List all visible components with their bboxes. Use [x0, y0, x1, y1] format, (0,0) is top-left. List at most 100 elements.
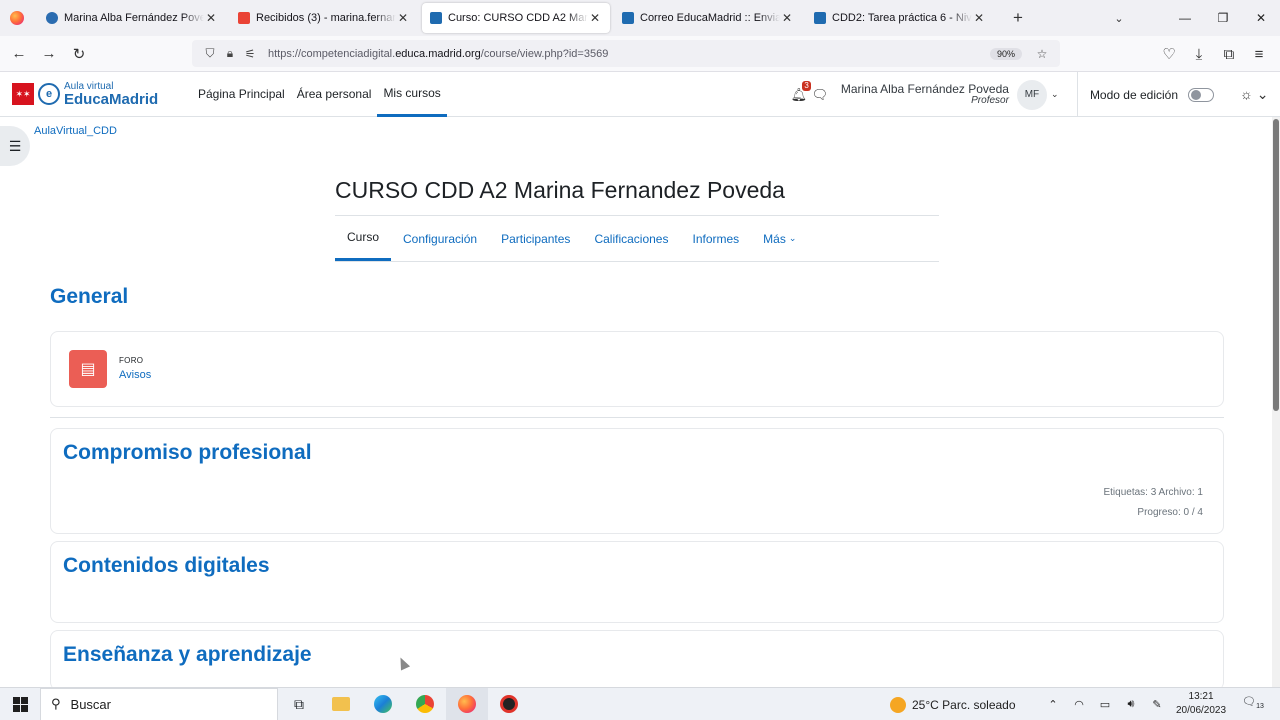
show-hidden-icons-chevron-icon[interactable]: ⌃ [1040, 698, 1066, 711]
browser-tab[interactable]: Marina Alba Fernández Poveda ✕ [38, 3, 226, 33]
weather-text: 25°C Parc. soleado [912, 697, 1016, 712]
close-window-icon[interactable]: ✕ [1242, 11, 1280, 25]
permissions-icon[interactable]: ⚟ [240, 47, 260, 61]
edge-browser-icon[interactable] [362, 688, 404, 720]
notification-count: 13 [1256, 703, 1264, 711]
educamadrid-logo[interactable]: ✶✶ e Aula virtual EducaMadrid [12, 80, 192, 107]
mail-icon [622, 12, 634, 24]
minimize-window-icon[interactable]: — [1166, 11, 1204, 25]
tab-title: CDD2: Tarea práctica 6 - Nivel A [832, 12, 972, 24]
reload-icon[interactable]: ↻ [64, 39, 94, 69]
section-progress: Progreso: 0 / 4 [1137, 507, 1203, 518]
tab-more[interactable]: Más ⌄ [751, 216, 808, 261]
url-text[interactable]: https://competenciadigital.educa.madrid.… [268, 48, 990, 60]
close-tab-icon[interactable]: ✕ [396, 11, 410, 25]
site-header: ✶✶ e Aula virtual EducaMadrid Página Pri… [0, 72, 1280, 117]
course-secondary-nav: Curso Configuración Participantes Califi… [335, 215, 939, 262]
scrollbar-thumb[interactable] [1273, 119, 1279, 411]
browser-tab[interactable]: Correo EducaMadrid :: Enviados ✕ [614, 3, 802, 33]
notifications-bell-icon[interactable]: 🔔︎ 3 [789, 80, 811, 103]
search-placeholder: Buscar [70, 696, 111, 712]
primary-navigation: Página Principal Área personal Mis curso… [192, 72, 447, 117]
madrid-flag-icon: ✶✶ [12, 83, 34, 105]
weather-widget[interactable]: 25°C Parc. soleado [890, 688, 1016, 720]
url-bar[interactable]: ⛉ 🔒︎ ⚟ https://competenciadigital.educa.… [192, 40, 1060, 67]
network-icon[interactable]: ◠ [1066, 698, 1092, 711]
clock-date: 20/06/2023 [1176, 705, 1227, 716]
close-tab-icon[interactable]: ✕ [780, 11, 794, 25]
tab-course[interactable]: Curso [335, 216, 392, 261]
course-section: Compromiso profesional Etiquetas: 3 Arch… [50, 428, 1224, 534]
chevron-down-icon[interactable]: ⌄ [1051, 89, 1063, 100]
nav-my-courses[interactable]: Mis cursos [377, 72, 447, 117]
browser-tab-active[interactable]: Curso: CURSO CDD A2 Marina F ✕ [422, 3, 610, 33]
bookmark-star-icon[interactable]: ☆ [1032, 47, 1052, 61]
chevron-down-icon: ⌄ [788, 233, 797, 243]
section-title[interactable]: Contenidos digitales [63, 554, 270, 578]
page-title: CURSO CDD A2 Marina Fernandez Poveda [335, 177, 785, 203]
edit-mode-label: Modo de edición [1089, 87, 1178, 102]
edit-mode-toggle[interactable] [1188, 87, 1214, 102]
forum-activity: ▤ FORO Avisos [50, 331, 1224, 407]
notification-badge: 3 [802, 80, 811, 91]
browser-tab[interactable]: Recibidos (3) - marina.fernandez ✕ [230, 3, 418, 33]
section-title[interactable]: Enseñanza y aprendizaje [63, 643, 312, 667]
tab-title: Curso: CURSO CDD A2 Marina F [448, 12, 588, 24]
taskbar-search[interactable]: ⚲ Buscar [40, 687, 278, 720]
system-tray: ⌃ ◠ ▭ 🔊︎ ✎ [1040, 688, 1170, 720]
close-tab-icon[interactable]: ✕ [972, 11, 986, 25]
browser-tab[interactable]: CDD2: Tarea práctica 6 - Nivel A ✕ [806, 3, 994, 33]
avatar[interactable]: MF [1016, 79, 1047, 110]
extensions-icon[interactable]: ⧉ [1214, 39, 1244, 69]
logo-small-text: Aula virtual [64, 80, 114, 92]
breadcrumb[interactable]: AulaVirtual_CDD [34, 125, 117, 137]
lock-icon[interactable]: 🔒︎ [220, 46, 240, 61]
new-tab-button[interactable]: + [1004, 4, 1032, 32]
forum-link[interactable]: Avisos [119, 369, 151, 381]
forward-arrow-icon[interactable]: → [34, 39, 64, 69]
nav-dashboard[interactable]: Área personal [291, 72, 378, 117]
edit-mode-control: Modo de edición [1076, 72, 1214, 117]
start-button[interactable] [0, 688, 40, 720]
task-view-icon[interactable]: ⧉ [278, 688, 320, 720]
course-section: Enseñanza y aprendizaje [50, 630, 1224, 690]
globe-icon [46, 12, 58, 24]
search-icon: ⚲ [51, 696, 61, 711]
pocket-icon[interactable]: ♡ [1154, 39, 1184, 69]
firefox-icon[interactable] [0, 0, 34, 36]
file-explorer-icon[interactable] [320, 688, 362, 720]
browser-navbar: ← → ↻ ⛉ 🔒︎ ⚟ https://competenciadigital.… [0, 36, 1280, 72]
restore-window-icon[interactable]: ❐ [1204, 11, 1242, 25]
close-tab-icon[interactable]: ✕ [204, 11, 218, 25]
recording-app-icon[interactable] [488, 688, 530, 720]
section-general-title[interactable]: General [50, 285, 128, 309]
user-menu[interactable]: Marina Alba Fernández Poveda Profesor [841, 83, 1009, 106]
firefox-taskbar-icon[interactable] [446, 687, 488, 720]
nav-home[interactable]: Página Principal [192, 72, 291, 117]
section-activity-summary: Etiquetas: 3 Archivo: 1 [1103, 487, 1203, 498]
download-icon[interactable]: ⤓ [1184, 39, 1214, 69]
theme-settings-icon[interactable]: ☼ ⌄ [1240, 86, 1280, 103]
tab-grades[interactable]: Calificaciones [582, 216, 680, 261]
tab-title: Marina Alba Fernández Poveda [64, 12, 204, 24]
chrome-browser-icon[interactable] [404, 688, 446, 720]
notification-center-icon[interactable]: 🗨︎13 [1240, 695, 1266, 710]
shield-icon[interactable]: ⛉ [200, 46, 220, 61]
messages-chat-icon[interactable]: 🗨︎ [809, 87, 831, 103]
back-arrow-icon[interactable]: ← [4, 39, 34, 69]
battery-icon[interactable]: ▭ [1092, 698, 1118, 711]
clock-time: 13:21 [1188, 691, 1214, 702]
close-tab-icon[interactable]: ✕ [588, 11, 602, 25]
menu-icon[interactable]: ≡ [1244, 39, 1274, 69]
list-all-tabs-icon[interactable]: ⌄ [1104, 12, 1134, 25]
taskbar-clock[interactable]: 13:21 20/06/2023 [1176, 690, 1226, 718]
zoom-level[interactable]: 90% [989, 47, 1022, 60]
pen-icon[interactable]: ✎ [1144, 698, 1170, 711]
tab-participants[interactable]: Participantes [489, 216, 582, 261]
course-index-toggle-icon[interactable]: ☰ [0, 126, 30, 166]
tab-reports[interactable]: Informes [680, 216, 751, 261]
page-scrollbar[interactable] [1272, 117, 1280, 687]
tab-settings[interactable]: Configuración [391, 216, 489, 261]
volume-icon[interactable]: 🔊︎ [1118, 698, 1144, 711]
section-title[interactable]: Compromiso profesional [63, 441, 312, 465]
